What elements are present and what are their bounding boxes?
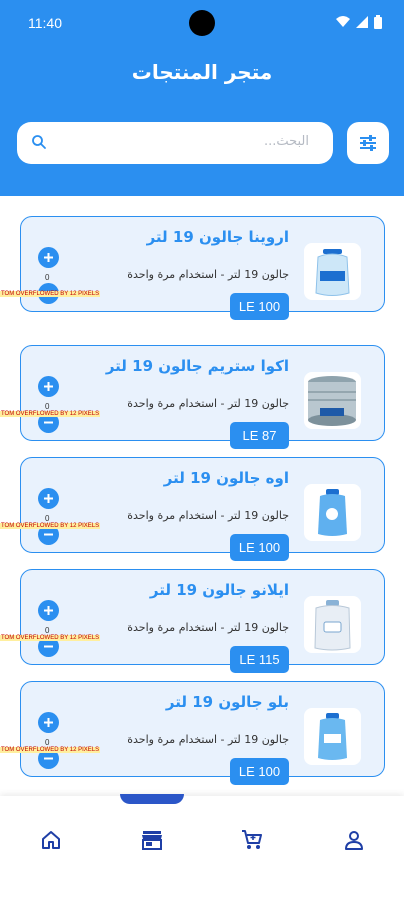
overflow-warning: TOM OVERFLOWED BY 12 PIXELS: [0, 523, 101, 529]
minus-icon: [44, 421, 53, 424]
product-card[interactable]: اكوا ستريم جالون 19 لتر جالون 19 لتر - ا…: [20, 345, 385, 449]
overflow-warning: TOM OVERFLOWED BY 12 PIXELS: [0, 635, 101, 641]
active-tab-indicator: [120, 794, 184, 804]
product-image: [304, 372, 361, 429]
overflow-warning: TOM OVERFLOWED BY 12 PIXELS: [0, 747, 101, 753]
product-title: اكوا ستريم جالون 19 لتر: [105, 357, 289, 375]
overflow-warning: TOM OVERFLOWED BY 12 PIXELS: [0, 411, 101, 417]
product-image: [304, 708, 361, 765]
product-card[interactable]: اوه جالون 19 لتر جالون 19 لتر - استخدام …: [20, 457, 385, 561]
nav-profile[interactable]: [336, 822, 372, 858]
quantity-value: 0: [45, 626, 50, 635]
increase-quantity-button[interactable]: [38, 600, 59, 621]
nav-store[interactable]: [134, 822, 170, 858]
price-badge: LE 87: [230, 422, 289, 449]
camera-cutout: [189, 10, 215, 36]
quantity-value: 0: [45, 738, 50, 747]
wifi-icon: [336, 16, 350, 27]
minus-icon: [44, 757, 53, 760]
product-description: جالون 19 لتر - استخدام مرة واحدة: [127, 397, 289, 410]
product-card[interactable]: اروينا جالون 19 لتر جالون 19 لتر - استخد…: [20, 216, 385, 320]
product-title: بلو جالون 19 لتر: [165, 693, 289, 711]
search-icon: [32, 135, 46, 149]
product-description: جالون 19 لتر - استخدام مرة واحدة: [127, 268, 289, 281]
increase-quantity-button[interactable]: [38, 712, 59, 733]
product-image: [304, 243, 361, 300]
quantity-value: 0: [45, 514, 50, 523]
product-description: جالون 19 لتر - استخدام مرة واحدة: [127, 509, 289, 522]
minus-icon: [44, 533, 53, 536]
store-icon: [142, 831, 162, 850]
product-title: ايلانو جالون 19 لتر: [149, 581, 289, 599]
overflow-warning: TOM OVERFLOWED BY 12 PIXELS: [0, 291, 101, 297]
status-bar: 11:40: [0, 0, 404, 50]
status-icons: [336, 15, 382, 29]
search-input[interactable]: البحث...: [17, 122, 333, 164]
price-badge: LE 100: [230, 758, 289, 785]
increase-quantity-button[interactable]: [38, 247, 59, 268]
home-icon: [42, 831, 60, 849]
increase-quantity-button[interactable]: [38, 488, 59, 509]
product-card[interactable]: ايلانو جالون 19 لتر جالون 19 لتر - استخد…: [20, 569, 385, 673]
signal-icon: [356, 16, 368, 28]
quantity-value: 0: [45, 273, 50, 282]
price-badge: LE 115: [230, 646, 289, 673]
product-title: اروينا جالون 19 لتر: [146, 228, 289, 246]
increase-quantity-button[interactable]: [38, 376, 59, 397]
quantity-value: 0: [45, 402, 50, 411]
price-badge: LE 100: [230, 534, 289, 561]
product-image: [304, 484, 361, 541]
sliders-icon: [360, 135, 376, 151]
person-icon: [345, 831, 363, 850]
plus-icon: [44, 718, 53, 727]
plus-icon: [44, 382, 53, 391]
product-description: جالون 19 لتر - استخدام مرة واحدة: [127, 621, 289, 634]
plus-icon: [44, 606, 53, 615]
product-title: اوه جالون 19 لتر: [163, 469, 289, 487]
battery-icon: [374, 15, 382, 29]
nav-home[interactable]: [33, 822, 69, 858]
cart-icon: [242, 830, 262, 849]
page-title: متجر المنتجات: [131, 60, 273, 84]
product-card[interactable]: بلو جالون 19 لتر جالون 19 لتر - استخدام …: [20, 681, 385, 785]
minus-icon: [44, 645, 53, 648]
search-placeholder: البحث...: [263, 134, 309, 149]
filter-button[interactable]: [347, 122, 389, 164]
product-description: جالون 19 لتر - استخدام مرة واحدة: [127, 733, 289, 746]
status-time: 11:40: [28, 15, 62, 31]
product-image: [304, 596, 361, 653]
plus-icon: [44, 494, 53, 503]
nav-cart[interactable]: [234, 822, 270, 858]
plus-icon: [44, 253, 53, 262]
price-badge: LE 100: [230, 293, 289, 320]
product-list[interactable]: اروينا جالون 19 لتر جالون 19 لتر - استخد…: [0, 196, 404, 796]
